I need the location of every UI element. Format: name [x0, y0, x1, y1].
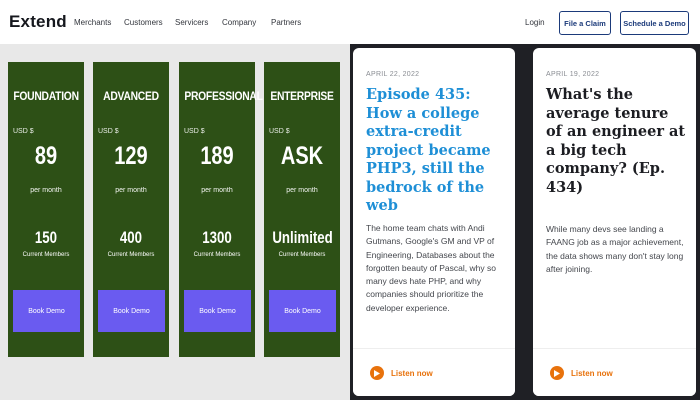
plan-members-label: Current Members: [22, 252, 70, 258]
plan-name: ADVANCED: [103, 89, 159, 103]
plan-price: ASK: [280, 142, 324, 170]
nav-customers[interactable]: Customers: [124, 18, 163, 27]
episode-card-footer: Listen now: [353, 348, 515, 396]
episode-title-link[interactable]: Episode 435: How a college extra-credit …: [366, 86, 508, 216]
plan-card-foundation: FOUNDATION USD $ 89 per month 150 Curren…: [8, 62, 84, 357]
plan-members-count: 150: [34, 228, 58, 247]
book-demo-button-advanced[interactable]: Book Demo: [98, 290, 165, 332]
episode-card-footer: Listen now: [533, 348, 696, 396]
listen-now-button[interactable]: Listen now: [370, 366, 433, 380]
episodes-section: APRIL 22, 2022 Episode 435: How a colleg…: [350, 44, 700, 400]
plan-card-advanced: ADVANCED USD $ 129 per month 400 Current…: [93, 62, 169, 357]
book-demo-button-enterprise[interactable]: Book Demo: [269, 290, 336, 332]
episode-summary: While many devs see landing a FAANG job …: [546, 224, 684, 274]
play-icon: [550, 366, 564, 380]
plan-members-count: 400: [119, 228, 143, 247]
plan-currency: USD $: [98, 128, 119, 135]
top-navigation: Extend Merchants Customers Servicers Com…: [0, 0, 700, 44]
episode-date: APRIL 19, 2022: [546, 71, 600, 78]
plan-currency: USD $: [269, 128, 290, 135]
episode-summary: The home team chats with Andi Gutmans, G…: [366, 223, 496, 313]
plan-members-label: Current Members: [193, 252, 241, 258]
plan-name: ENTERPRISE: [270, 89, 334, 103]
episode-card: APRIL 22, 2022 Episode 435: How a colleg…: [353, 48, 515, 396]
book-demo-button-professional[interactable]: Book Demo: [184, 290, 251, 332]
play-icon: [370, 366, 384, 380]
plan-currency: USD $: [184, 128, 205, 135]
plan-period: per month: [30, 187, 62, 194]
plan-name: FOUNDATION: [13, 89, 79, 103]
pricing-section: FOUNDATION USD $ 89 per month 150 Curren…: [0, 44, 350, 400]
plan-card-professional: PROFESSIONAL USD $ 189 per month 1300 Cu…: [179, 62, 263, 357]
plan-name: PROFESSIONAL: [184, 89, 263, 103]
listen-now-button[interactable]: Listen now: [550, 366, 613, 380]
plan-price: 129: [114, 142, 148, 170]
book-demo-button-foundation[interactable]: Book Demo: [13, 290, 80, 332]
plan-members-label: Current Members: [107, 252, 155, 258]
episode-date: APRIL 22, 2022: [366, 71, 420, 78]
plan-period: per month: [286, 187, 318, 194]
plan-currency: USD $: [13, 128, 34, 135]
brand-logo[interactable]: Extend: [9, 12, 67, 32]
plan-period: per month: [201, 187, 233, 194]
episode-card: APRIL 19, 2022 What's the average tenure…: [533, 48, 696, 396]
nav-partners[interactable]: Partners: [271, 18, 301, 27]
listen-now-label: Listen now: [571, 368, 613, 378]
plan-price: 89: [34, 142, 58, 170]
plan-price: 189: [200, 142, 234, 170]
plan-members-count: 1300: [202, 228, 232, 247]
plan-card-enterprise: ENTERPRISE USD $ ASK per month Unlimited…: [264, 62, 340, 357]
file-claim-button[interactable]: File a Claim: [559, 11, 611, 35]
plan-members-count: Unlimited: [272, 228, 333, 247]
episode-title-link[interactable]: What's the average tenure of an engineer…: [546, 86, 688, 197]
plan-period: per month: [115, 187, 147, 194]
nav-company[interactable]: Company: [222, 18, 256, 27]
schedule-demo-button[interactable]: Schedule a Demo: [620, 11, 689, 35]
nav-merchants[interactable]: Merchants: [74, 18, 111, 27]
plan-members-label: Current Members: [278, 252, 326, 258]
listen-now-label: Listen now: [391, 368, 433, 378]
login-link[interactable]: Login: [525, 18, 545, 27]
nav-servicers[interactable]: Servicers: [175, 18, 208, 27]
